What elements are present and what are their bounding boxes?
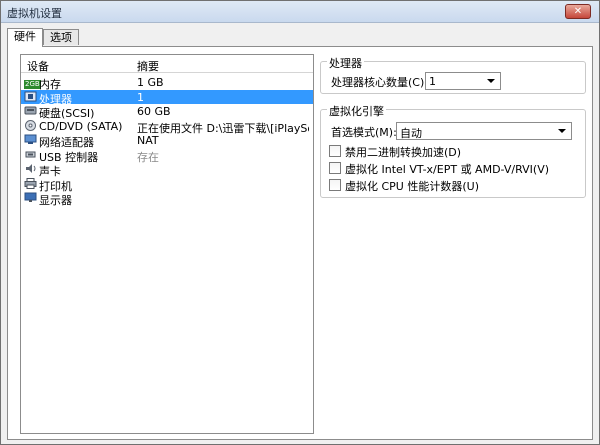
cd-dvd-icon xyxy=(24,119,37,131)
device-row-network-adapter[interactable]: 网络适配器 NAT xyxy=(21,133,313,149)
checkbox-box[interactable] xyxy=(329,179,341,191)
device-row-hard-disk[interactable]: 硬盘(SCSI) 60 GB xyxy=(21,104,313,120)
device-summary: 1 xyxy=(137,90,144,104)
checkbox-label: 禁用二进制转换加速(D) xyxy=(345,146,462,159)
device-rows: 2GB 内存 1 GB 处理器 1 硬盘(SCSI) 60 GB CD/DVD … xyxy=(21,75,313,207)
usb-icon xyxy=(24,149,37,160)
memory-icon: 2GB xyxy=(24,80,41,89)
device-row-printer[interactable]: 打印机 xyxy=(21,177,313,193)
device-summary: NAT xyxy=(137,134,159,147)
network-adapter-icon xyxy=(24,134,37,145)
processor-cores-value: 1 xyxy=(429,75,436,88)
tab-options[interactable]: 选项 xyxy=(43,29,79,45)
window-title: 虚拟机设置 xyxy=(7,7,62,20)
processor-cores-label: 处理器核心数量(C): xyxy=(331,76,428,89)
processor-group: 处理器 处理器核心数量(C): 1 xyxy=(320,55,586,94)
virtualization-group-title: 虚拟化引擎 xyxy=(327,103,386,119)
chevron-down-icon xyxy=(558,129,566,133)
vm-settings-window: 虚拟机设置 ✕ 硬件 选项 设备 摘要 2GB 内存 1 GB 处理器 1 硬盘… xyxy=(0,0,600,445)
processor-group-title: 处理器 xyxy=(327,55,364,71)
device-name: CD/DVD (SATA) xyxy=(39,119,123,133)
sound-card-icon xyxy=(24,163,37,174)
checkbox-box[interactable] xyxy=(329,162,341,174)
hard-disk-icon xyxy=(24,105,37,116)
device-row-sound-card[interactable]: 声卡 xyxy=(21,162,313,178)
device-row-cd-dvd[interactable]: CD/DVD (SATA) 正在使用文件 D:\迅雷下载\[iPlaySof..… xyxy=(21,119,313,135)
hardware-tab-panel: 设备 摘要 2GB 内存 1 GB 处理器 1 硬盘(SCSI) 60 GB C… xyxy=(7,46,593,440)
device-name: 显示器 xyxy=(39,194,72,207)
device-row-processor[interactable]: 处理器 1 xyxy=(21,89,313,106)
checkbox-label: 虚拟化 CPU 性能计数器(U) xyxy=(345,180,479,193)
preferred-mode-select[interactable]: 自动 xyxy=(396,122,572,140)
device-row-usb-controller[interactable]: USB 控制器 存在 xyxy=(21,148,313,164)
device-summary: 60 GB xyxy=(137,105,171,118)
checkbox-box[interactable] xyxy=(329,145,341,157)
preferred-mode-label: 首选模式(M): xyxy=(331,126,397,139)
processor-icon xyxy=(24,91,37,102)
device-list-header: 设备 摘要 xyxy=(21,55,313,73)
virtualization-engine-group: 虚拟化引擎 首选模式(M): 自动 禁用二进制转换加速(D) 虚拟化 Intel… xyxy=(320,103,586,198)
tab-hardware[interactable]: 硬件 xyxy=(7,28,43,47)
processor-cores-select[interactable]: 1 xyxy=(425,72,501,90)
device-list: 设备 摘要 2GB 内存 1 GB 处理器 1 硬盘(SCSI) 60 GB C… xyxy=(20,54,314,434)
device-summary: 1 GB xyxy=(137,76,164,89)
close-icon[interactable]: ✕ xyxy=(565,4,591,19)
column-header-summary[interactable]: 摘要 xyxy=(137,58,159,74)
checkbox-label: 虚拟化 Intel VT-x/EPT 或 AMD-V/RVI(V) xyxy=(345,163,550,176)
device-row-display[interactable]: 显示器 xyxy=(21,191,313,207)
title-bar: 虚拟机设置 ✕ xyxy=(1,1,599,23)
printer-icon xyxy=(24,177,37,189)
display-icon xyxy=(24,192,37,203)
device-row-memory[interactable]: 2GB 内存 1 GB xyxy=(21,75,313,91)
column-header-device[interactable]: 设备 xyxy=(27,58,49,74)
chevron-down-icon xyxy=(487,79,495,83)
preferred-mode-value: 自动 xyxy=(400,127,422,140)
